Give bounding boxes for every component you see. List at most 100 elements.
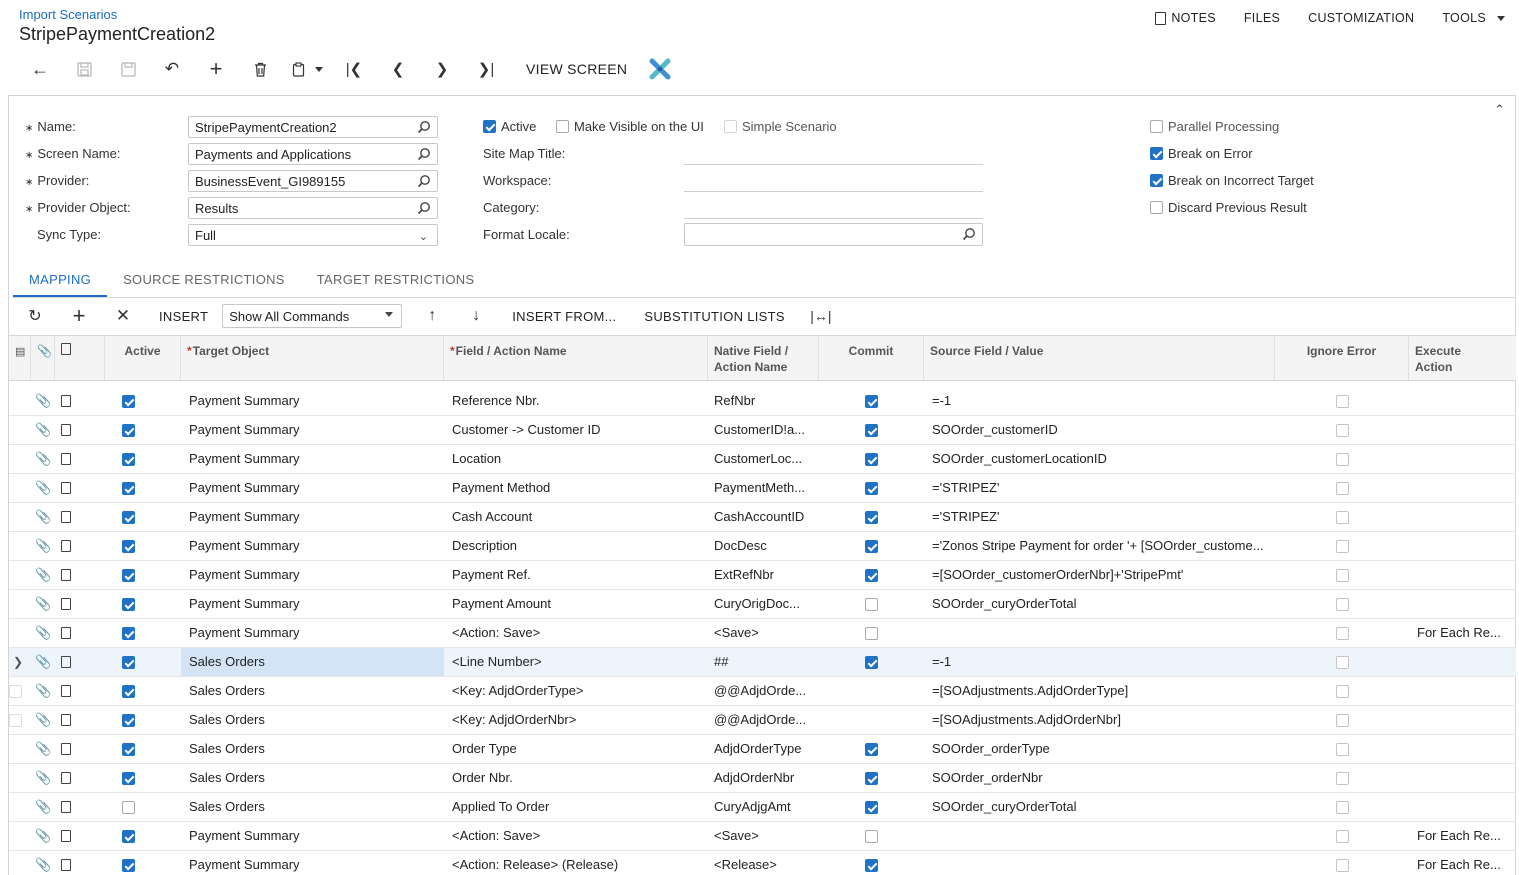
field-action-cell[interactable]: <Action: Save> — [444, 822, 708, 850]
active-checkbox[interactable]: Active — [483, 119, 536, 134]
ignore-error-checkbox[interactable] — [1336, 772, 1349, 785]
search-icon[interactable] — [417, 201, 431, 215]
paperclip-icon[interactable]: 📎 — [35, 770, 51, 786]
table-row[interactable]: 📎 Payment Summary <Action: Release> (Relea… — [9, 851, 1516, 875]
field-action-cell[interactable]: <Action: Release> (Release) — [444, 851, 708, 875]
source-field-cell[interactable]: SOOrder_orderType — [924, 735, 1269, 763]
copy-paste-menu[interactable] — [282, 57, 332, 81]
execute-action-cell[interactable] — [1409, 590, 1509, 618]
insert-from-button[interactable]: INSERT FROM... — [498, 309, 630, 324]
table-row[interactable]: 📎 Payment Summary Payment Ref. ExtRefNbr =[S… — [9, 561, 1516, 590]
field-action-cell[interactable]: Reference Nbr. — [444, 387, 708, 415]
ignore-error-checkbox[interactable] — [1336, 685, 1349, 698]
paperclip-icon[interactable]: 📎 — [35, 509, 51, 525]
ignore-error-checkbox[interactable] — [1336, 801, 1349, 814]
ignore-error-checkbox[interactable] — [1336, 627, 1349, 640]
table-row[interactable]: 📎 Payment Summary Reference Nbr. RefNbr =-1 — [9, 387, 1516, 416]
native-field-cell[interactable]: RefNbr — [708, 387, 812, 415]
target-object-cell[interactable]: Payment Summary — [181, 822, 444, 850]
ignore-error-checkbox[interactable] — [1336, 569, 1349, 582]
execute-action-cell[interactable] — [1409, 648, 1509, 676]
source-field-cell[interactable]: =-1 — [924, 387, 1269, 415]
note-icon[interactable] — [61, 482, 71, 494]
table-row[interactable]: 📎 Payment Summary Cash Account CashAccountI… — [9, 503, 1516, 532]
provider-object-field[interactable]: Results — [188, 197, 438, 219]
paperclip-icon[interactable]: 📎 — [35, 654, 51, 670]
native-field-cell[interactable]: AdjdOrderNbr — [708, 764, 812, 792]
search-icon[interactable] — [962, 227, 976, 241]
target-object-cell[interactable]: Sales Orders — [181, 764, 444, 792]
execute-action-cell[interactable] — [1409, 735, 1509, 763]
add-row-button[interactable]: + — [57, 302, 101, 330]
commit-checkbox[interactable] — [865, 656, 878, 669]
paperclip-icon[interactable]: 📎 — [35, 451, 51, 467]
active-checkbox[interactable] — [122, 772, 135, 785]
commit-checkbox[interactable] — [865, 859, 878, 872]
move-up-button[interactable]: ↑ — [410, 302, 454, 330]
execute-action-cell[interactable] — [1409, 387, 1509, 415]
table-row[interactable]: 📎 Payment Summary Payment Method PaymentMet… — [9, 474, 1516, 503]
execute-action-cell[interactable] — [1409, 532, 1509, 560]
source-field-cell[interactable]: =[SOAdjustments.AdjdOrderNbr] — [924, 706, 1269, 734]
target-object-cell[interactable]: Payment Summary — [181, 532, 444, 560]
source-field-cell[interactable]: SOOrder_customerID — [924, 416, 1269, 444]
fit-columns-button[interactable]: |↔| — [799, 302, 843, 330]
paperclip-icon[interactable]: 📎 — [35, 538, 51, 554]
col-native-field[interactable]: Native Field / Action Name — [708, 336, 819, 380]
note-icon[interactable] — [61, 598, 71, 610]
native-field-cell[interactable]: PaymentMeth... — [708, 474, 812, 502]
note-icon[interactable] — [61, 656, 71, 668]
table-row[interactable]: 📎 Sales Orders <Key: AdjdOrderNbr> @@AdjdOr… — [9, 706, 1516, 735]
execute-action-cell[interactable]: For Each Re... — [1409, 619, 1509, 647]
paperclip-icon[interactable]: 📎 — [35, 596, 51, 612]
active-checkbox[interactable] — [122, 685, 135, 698]
tab-target-restrictions[interactable]: TARGET RESTRICTIONS — [301, 266, 491, 298]
native-field-cell[interactable]: <Release> — [708, 851, 812, 875]
source-field-cell[interactable] — [924, 851, 1269, 875]
paperclip-icon[interactable]: 📎 — [35, 422, 51, 438]
undo-button[interactable]: ↶ — [150, 57, 194, 81]
commit-checkbox[interactable] — [865, 540, 878, 553]
commit-checkbox[interactable] — [865, 772, 878, 785]
site-map-title-field[interactable] — [684, 164, 983, 165]
target-object-cell[interactable]: Sales Orders — [181, 735, 444, 763]
paperclip-icon[interactable]: 📎 — [35, 857, 51, 873]
format-locale-field[interactable] — [684, 223, 983, 246]
target-object-cell[interactable]: Sales Orders — [181, 793, 444, 821]
paperclip-icon[interactable]: 📎 — [35, 625, 51, 641]
category-field[interactable] — [684, 218, 983, 219]
target-object-cell[interactable]: Payment Summary — [181, 416, 444, 444]
discard-previous-checkbox[interactable]: Discard Previous Result — [1150, 200, 1307, 215]
table-row[interactable]: 📎 Payment Summary Location CustomerLoc... SO… — [9, 445, 1516, 474]
target-object-cell[interactable]: Sales Orders — [181, 648, 444, 676]
ignore-error-checkbox[interactable] — [1336, 656, 1349, 669]
execute-action-cell[interactable] — [1409, 793, 1509, 821]
note-icon[interactable] — [61, 714, 71, 726]
note-icon[interactable] — [61, 627, 71, 639]
col-ignore-error[interactable]: Ignore Error — [1275, 336, 1409, 380]
active-checkbox[interactable] — [122, 714, 135, 727]
execute-action-cell[interactable]: For Each Re... — [1409, 822, 1509, 850]
commit-checkbox[interactable] — [865, 424, 878, 437]
table-row[interactable]: ❯ 📎 Sales Orders <Line Number> ## =-1 — [9, 648, 1516, 677]
active-checkbox[interactable] — [122, 627, 135, 640]
ignore-error-checkbox[interactable] — [1336, 598, 1349, 611]
view-screen-button[interactable]: VIEW SCREEN — [512, 61, 641, 77]
commit-checkbox[interactable] — [865, 453, 878, 466]
field-action-cell[interactable]: <Key: AdjdOrderType> — [444, 677, 708, 705]
move-down-button[interactable]: ↓ — [454, 302, 498, 330]
native-field-cell[interactable]: CuryAdjgAmt — [708, 793, 812, 821]
field-action-cell[interactable]: Payment Ref. — [444, 561, 708, 589]
table-row[interactable]: 📎 Payment Summary <Action: Save> <Save> For … — [9, 619, 1516, 648]
note-icon[interactable] — [61, 743, 71, 755]
target-object-cell[interactable]: Sales Orders — [181, 706, 444, 734]
target-object-cell[interactable]: Sales Orders — [181, 677, 444, 705]
note-icon[interactable] — [61, 569, 71, 581]
last-record-button[interactable]: ❯| — [464, 57, 508, 81]
ignore-error-checkbox[interactable] — [1336, 830, 1349, 843]
source-field-cell[interactable]: ='STRIPEZ' — [924, 503, 1269, 531]
table-row[interactable]: 📎 Payment Summary Customer -> Customer ID C… — [9, 416, 1516, 445]
paperclip-icon[interactable]: 📎 — [35, 799, 51, 815]
table-row[interactable]: 📎 Payment Summary <Action: Save> <Save> For … — [9, 822, 1516, 851]
active-checkbox[interactable] — [122, 743, 135, 756]
